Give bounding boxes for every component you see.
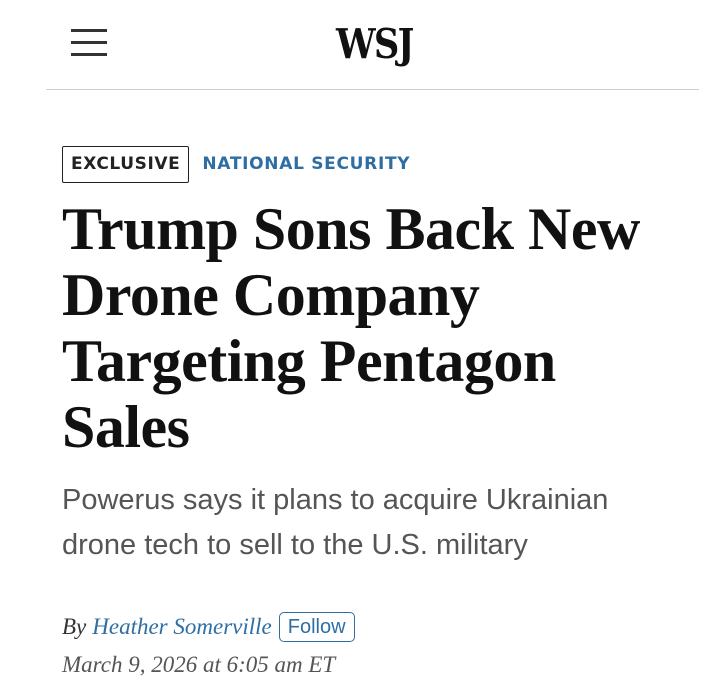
menu-icon-bar <box>71 41 107 44</box>
follow-author-button[interactable]: Follow <box>278 612 355 642</box>
article-tags: EXCLUSIVE NATIONAL SECURITY <box>62 144 410 184</box>
article-dek: Powerus says it plans to acquire Ukraini… <box>62 484 609 561</box>
wsj-logo[interactable]: WSJ <box>336 20 414 68</box>
byline: By Heather Somerville Follow <box>62 612 355 642</box>
site-header: WSJ <box>46 0 699 90</box>
exclusive-badge: EXCLUSIVE <box>62 145 190 183</box>
hamburger-menu-icon[interactable] <box>71 29 107 57</box>
section-link-national-security[interactable]: NATIONAL SECURITY <box>202 154 410 174</box>
menu-icon-bar <box>71 53 107 56</box>
menu-icon-bar <box>71 29 107 32</box>
article-headline: Trump Sons Back New Drone Company Target… <box>62 196 640 460</box>
publish-timestamp: March 9, 2026 at 6:05 am ET <box>62 652 336 677</box>
byline-prefix: By <box>62 614 87 639</box>
author-link[interactable]: Heather Somerville <box>92 614 271 640</box>
